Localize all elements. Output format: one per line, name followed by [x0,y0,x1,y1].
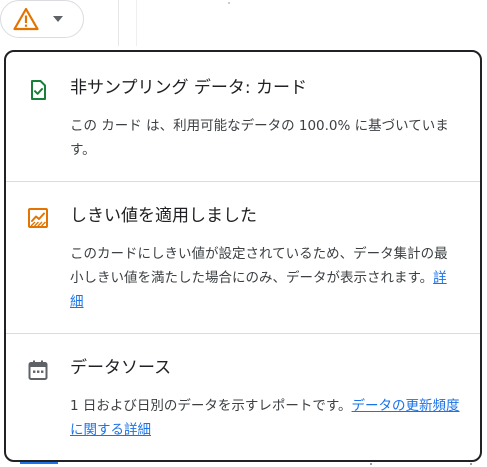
background-mark [470,463,472,465]
data-quality-popup: 非サンプリング データ: カード この カード は、利用可能なデータの 100.… [4,50,482,462]
warning-triangle-icon [13,7,39,31]
background-link-underline [20,462,58,464]
threshold-section: しきい値を適用しました このカードにしきい値が設定されているため、データ集計の最… [6,182,480,334]
data-source-title: データソース [70,358,172,378]
data-source-section: データソース 1 日および日別のデータを示すレポートです。データの更新頻度に関す… [6,334,480,460]
caret-down-icon [53,16,63,22]
threshold-text: このカードにしきい値が設定されているため、データ集計の最小しきい値を満たした場合… [70,246,448,286]
data-quality-button[interactable] [0,0,84,38]
threshold-description: このカードにしきい値が設定されているため、データ集計の最小しきい値を満たした場合… [70,242,460,314]
sampling-section: 非サンプリング データ: カード この カード は、利用可能なデータの 100.… [6,52,480,182]
threshold-chart-icon [28,208,48,228]
sampling-title: 非サンプリング データ: カード [70,78,308,98]
sampling-description: この カード は、利用可能なデータの 100.0% に基づいています。 [70,118,449,158]
background-mark [370,463,372,465]
sampling-check-icon [31,80,46,100]
data-source-description: 1 日および日別のデータを示すレポートです。データの更新頻度に関する詳細 [70,394,460,442]
page: 非サンプリング データ: カード この カード は、利用可能なデータの 100.… [0,0,487,467]
data-source-text: 1 日および日別のデータを示すレポートです。 [70,398,352,414]
calendar-icon [28,360,48,380]
background-divider [136,0,137,46]
threshold-title: しきい値を適用しました [70,206,257,226]
background-divider [118,0,119,46]
background-mark [228,2,230,4]
